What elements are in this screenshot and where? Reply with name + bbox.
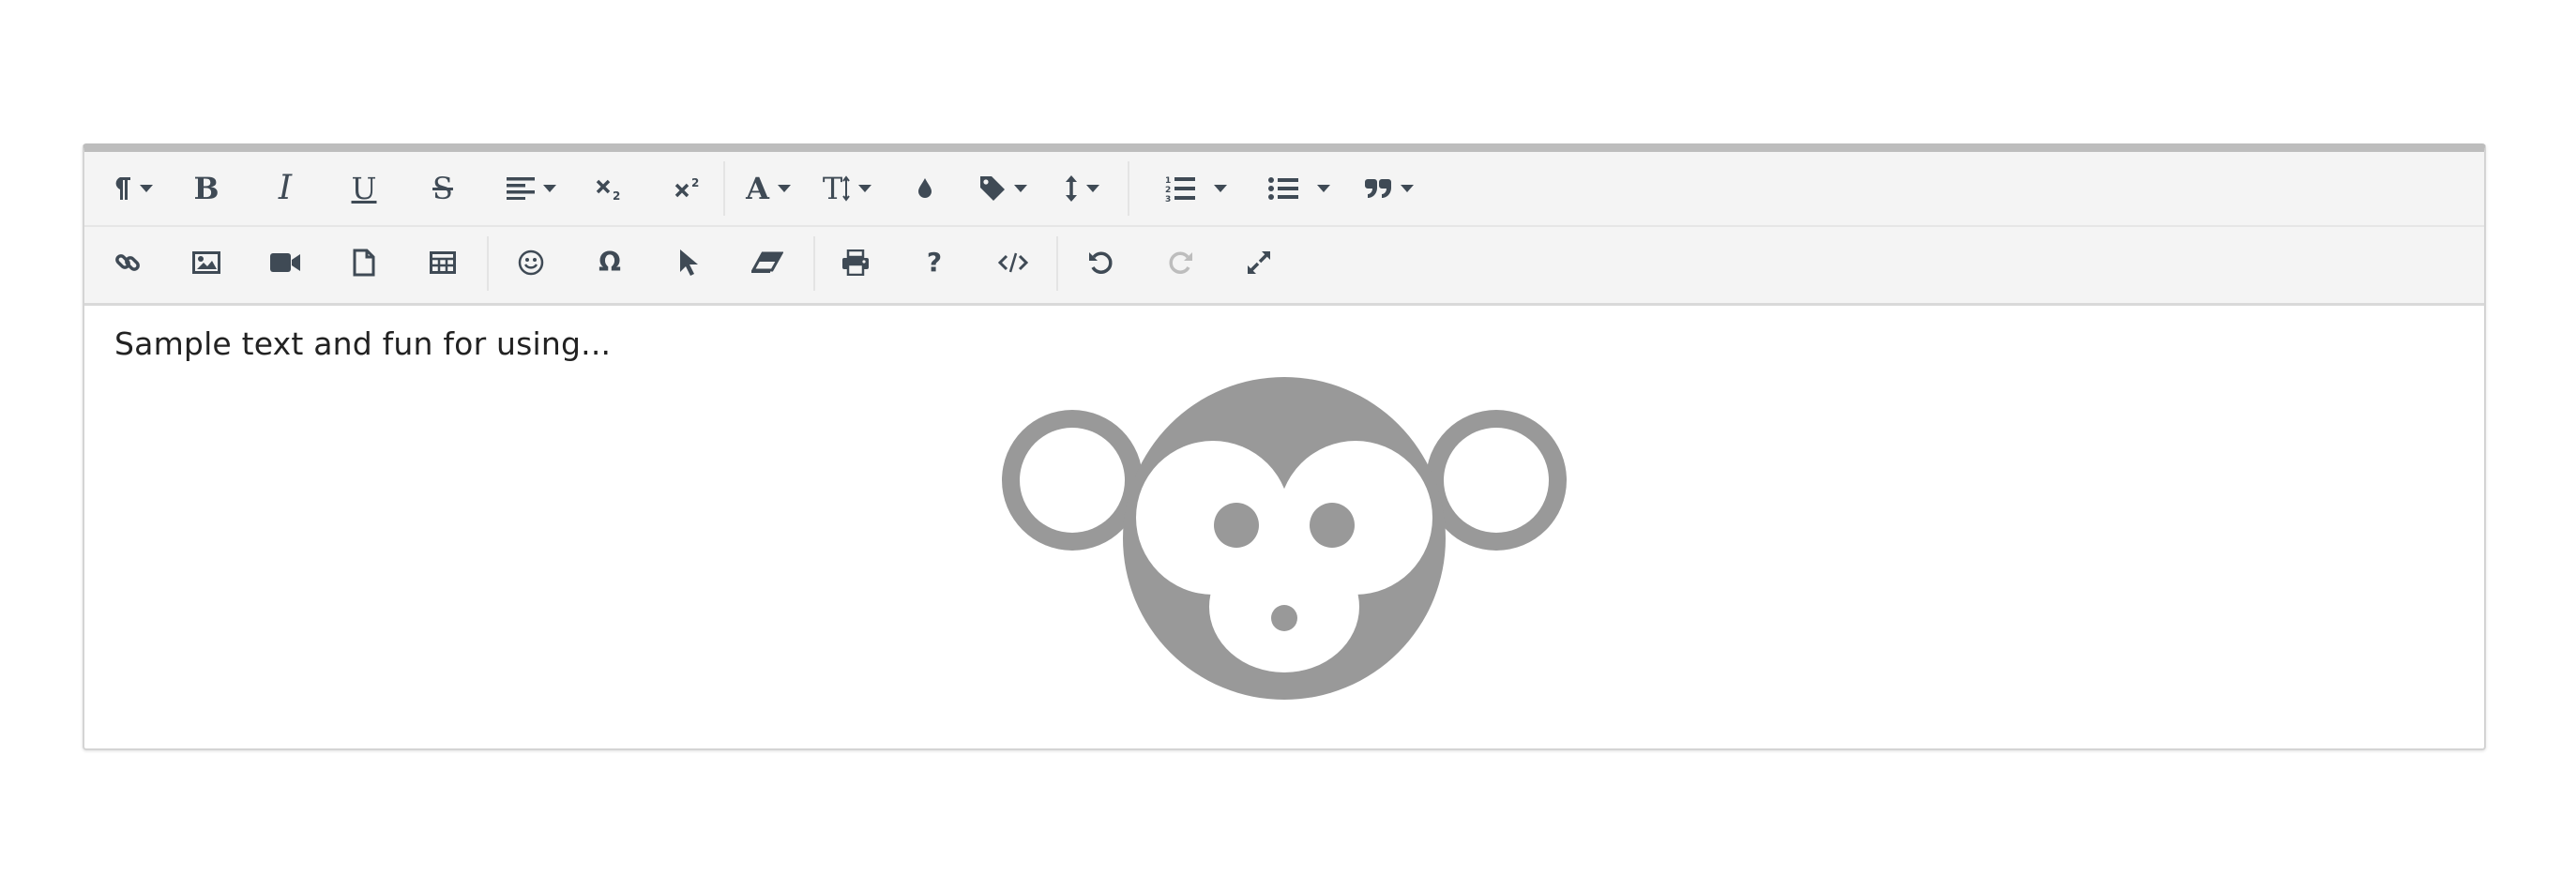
content-text: Sample text and fun for using... (114, 325, 612, 362)
undo-button[interactable] (1073, 234, 1129, 291)
align-button[interactable] (493, 160, 568, 217)
align-left-icon (506, 177, 535, 200)
svg-text:2: 2 (691, 176, 699, 189)
subscript-icon: 2 (596, 175, 624, 202)
file-icon (353, 249, 375, 277)
omega-icon: Ω (599, 247, 621, 278)
text-height-arrow-icon (842, 175, 850, 202)
emoticons-button[interactable] (503, 234, 559, 291)
toolbar-separator (1128, 161, 1129, 216)
editor-toolbar: B I U S 2 2 A T 1 2 3 Ω ? (84, 152, 2484, 306)
eraser-icon (751, 251, 783, 274)
underline-button[interactable]: U (336, 160, 392, 217)
link-icon (114, 249, 141, 276)
font-family-button[interactable]: A (735, 160, 801, 217)
chevron-down-icon (542, 185, 556, 192)
text-height-icon: T (822, 171, 843, 206)
text-color-button[interactable] (897, 160, 953, 217)
editor-content-area[interactable]: Sample text and fun for using... (84, 303, 2484, 748)
droplet-icon (917, 177, 933, 200)
select-all-button[interactable] (660, 234, 717, 291)
paragraph-format-button[interactable] (103, 160, 159, 217)
chevron-down-icon (1013, 185, 1027, 192)
toolbar-separator (813, 236, 815, 291)
toolbar-separator (487, 236, 489, 291)
svg-text:2: 2 (1165, 186, 1171, 195)
code-icon (998, 251, 1028, 274)
toolbar-separator (1056, 236, 1058, 291)
line-height-icon (1065, 174, 1078, 203)
redo-button[interactable] (1152, 234, 1208, 291)
expand-icon (1246, 249, 1272, 276)
insert-video-button[interactable] (257, 234, 313, 291)
underline-icon: U (351, 171, 377, 206)
svg-text:2: 2 (613, 189, 620, 202)
smile-icon (518, 249, 544, 276)
ordered-list-icon: 123 (1165, 174, 1195, 203)
font-size-button[interactable]: T (814, 160, 880, 217)
bold-icon: B (193, 171, 220, 206)
quote-button[interactable] (1351, 160, 1426, 217)
chevron-down-icon (1214, 185, 1227, 192)
tag-icon (979, 175, 1006, 202)
unordered-list-button[interactable] (1257, 160, 1341, 217)
chevron-down-icon (1317, 185, 1330, 192)
chevron-down-icon (139, 185, 153, 192)
monkey-icon (1002, 377, 1567, 700)
print-icon (841, 249, 870, 276)
table-icon (430, 251, 456, 274)
line-height-button[interactable] (1049, 160, 1114, 217)
redo-icon (1167, 249, 1193, 276)
toolbar-separator (723, 161, 725, 216)
chevron-down-icon (777, 185, 791, 192)
bold-button[interactable]: B (178, 160, 235, 217)
undo-icon (1088, 249, 1114, 276)
code-view-button[interactable] (985, 234, 1041, 291)
cursor-icon (678, 249, 699, 277)
rich-text-editor: B I U S 2 2 A T 1 2 3 Ω ? Sample text an… (83, 143, 2486, 750)
image-icon (192, 251, 220, 274)
insert-link-button[interactable] (99, 234, 156, 291)
insert-table-button[interactable] (415, 234, 471, 291)
chevron-down-icon (1085, 185, 1099, 192)
chevron-down-icon (1400, 185, 1414, 192)
chevron-down-icon (858, 185, 872, 192)
paragraph-style-button[interactable] (970, 160, 1036, 217)
italic-icon: I (278, 169, 293, 207)
toolbar-row-separator (84, 225, 2484, 227)
svg-text:1: 1 (1165, 176, 1171, 186)
help-button[interactable]: ? (906, 234, 962, 291)
ordered-list-button[interactable]: 123 (1154, 160, 1238, 217)
video-icon (270, 252, 300, 273)
question-icon: ? (926, 247, 943, 278)
subscript-button[interactable]: 2 (582, 160, 638, 217)
unordered-list-icon (1268, 176, 1298, 201)
strikethrough-button[interactable]: S (415, 160, 471, 217)
print-button[interactable] (827, 234, 884, 291)
superscript-icon: 2 (674, 175, 703, 202)
superscript-button[interactable]: 2 (660, 160, 717, 217)
italic-button[interactable]: I (257, 160, 313, 217)
quote-icon (1364, 178, 1392, 199)
insert-file-button[interactable] (336, 234, 392, 291)
special-characters-button[interactable]: Ω (582, 234, 638, 291)
strikethrough-icon: S (432, 171, 453, 206)
paragraph-icon (111, 175, 131, 202)
font-icon: A (746, 171, 769, 206)
fullscreen-button[interactable] (1231, 234, 1287, 291)
svg-text:3: 3 (1165, 195, 1171, 203)
clear-formatting-button[interactable] (739, 234, 796, 291)
insert-image-button[interactable] (178, 234, 235, 291)
